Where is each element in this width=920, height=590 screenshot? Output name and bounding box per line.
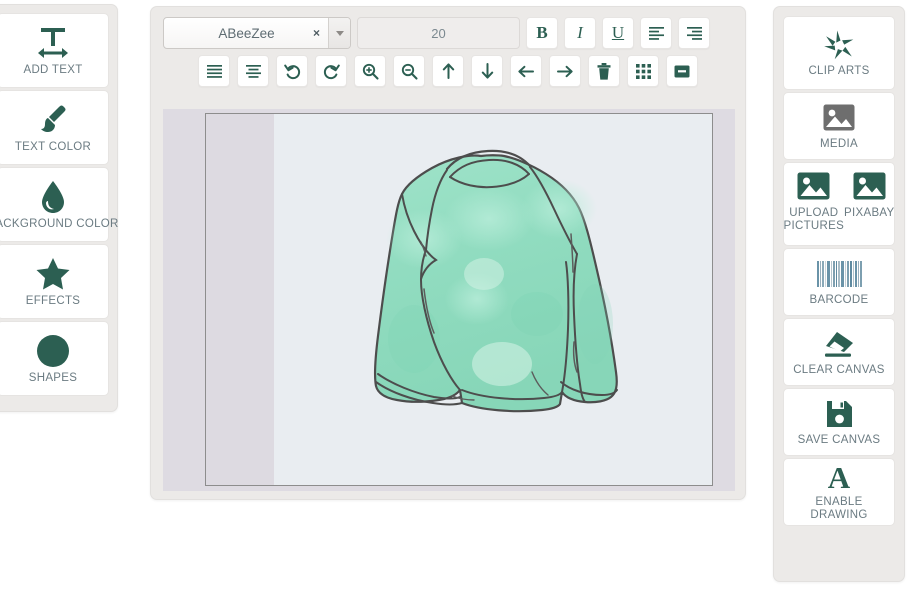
tool-shapes[interactable]: SHAPES <box>0 321 109 396</box>
text-resize-icon <box>36 25 70 61</box>
move-down-button[interactable] <box>471 55 503 87</box>
font-size-input[interactable]: 20 <box>357 17 520 49</box>
align-left-button[interactable] <box>640 17 672 49</box>
tool-background-color[interactable]: BACKGROUND COLOR <box>0 167 118 242</box>
barcode-icon <box>816 257 862 291</box>
delete-button[interactable] <box>588 55 620 87</box>
tool-enable-drawing[interactable]: A ENABLE DRAWING <box>783 458 895 526</box>
underline-button[interactable]: U <box>602 17 634 49</box>
tool-save-canvas[interactable]: SAVE CANVAS <box>783 388 895 456</box>
water-drop-icon <box>40 179 66 215</box>
paintbrush-icon <box>37 102 69 138</box>
tool-label: MEDIA <box>820 137 858 150</box>
circle-icon <box>36 333 70 369</box>
tool-label: CLIP ARTS <box>808 64 870 77</box>
redo-icon <box>323 64 340 79</box>
letter-a-icon: A <box>827 459 851 495</box>
align-center-button[interactable] <box>237 55 269 87</box>
zoom-in-button[interactable] <box>354 55 386 87</box>
align-right-icon <box>686 26 702 40</box>
align-justify-button[interactable] <box>198 55 230 87</box>
underline-icon: U <box>611 23 625 42</box>
undo-icon <box>283 64 300 79</box>
align-right-button[interactable] <box>678 17 710 49</box>
font-family-value: ABeeZee <box>218 25 275 41</box>
chevron-down-icon[interactable] <box>328 18 350 48</box>
zoom-out-icon <box>401 63 418 80</box>
image-icon-gray <box>823 101 855 135</box>
eraser-icon <box>822 327 856 361</box>
tool-label: EFFECTS <box>25 294 81 307</box>
zoom-out-button[interactable] <box>393 55 425 87</box>
move-left-button[interactable] <box>510 55 542 87</box>
tool-text-color[interactable]: TEXT COLOR <box>0 90 109 165</box>
left-tool-panel: ADD TEXT TEXT COLOR BACKGROUND COLOR EFF… <box>0 4 118 412</box>
tool-add-text[interactable]: ADD TEXT <box>0 13 109 88</box>
design-editor-app: ADD TEXT TEXT COLOR BACKGROUND COLOR EFF… <box>0 0 920 590</box>
font-size-value: 20 <box>431 25 446 41</box>
zoom-in-icon <box>362 63 379 80</box>
bold-button[interactable]: B <box>526 17 558 49</box>
align-justify-icon <box>206 64 222 78</box>
toolbar-row-secondary <box>163 55 733 87</box>
bold-icon: B <box>536 23 548 42</box>
arrow-up-icon <box>442 63 454 79</box>
trash-icon <box>597 62 611 80</box>
tool-upload-pictures[interactable]: UPLOAD PICTURES <box>784 169 845 239</box>
tool-label: PIXABAY <box>844 207 895 219</box>
tool-effects[interactable]: EFFECTS <box>0 244 109 319</box>
font-family-select[interactable]: ABeeZee × <box>163 17 351 49</box>
redo-button[interactable] <box>315 55 347 87</box>
move-right-button[interactable] <box>549 55 581 87</box>
tool-barcode[interactable]: BARCODE <box>783 248 895 316</box>
tool-label: SHAPES <box>28 371 78 384</box>
image-upload-icon <box>797 169 830 203</box>
editor-panel: ABeeZee × 20 B I U <box>150 6 746 500</box>
toolbar-row-primary: ABeeZee × 20 B I U <box>163 17 733 49</box>
tool-label: SAVE CANVAS <box>797 433 881 446</box>
move-up-button[interactable] <box>432 55 464 87</box>
arrow-left-icon <box>518 65 534 77</box>
minimize-button[interactable] <box>666 55 698 87</box>
grid-button[interactable] <box>627 55 659 87</box>
canvas-workspace <box>163 109 735 491</box>
align-center-icon <box>245 64 261 78</box>
grid-icon <box>635 63 651 79</box>
italic-button[interactable]: I <box>564 17 596 49</box>
pinwheel-icon <box>823 28 855 62</box>
undo-button[interactable] <box>276 55 308 87</box>
right-tool-panel: CLIP ARTS MEDIA UPLOAD PICTURES PIXABAY … <box>773 6 905 582</box>
tool-label: ENABLE DRAWING <box>810 495 868 521</box>
sweatshirt-artwork[interactable] <box>274 114 713 485</box>
canvas-frame[interactable] <box>205 113 713 486</box>
tool-label: BARCODE <box>809 293 869 306</box>
tool-label: CLEAR CANVAS <box>793 363 885 376</box>
clear-font-icon[interactable]: × <box>311 26 328 40</box>
canvas-page[interactable] <box>274 114 713 485</box>
tool-label: BACKGROUND COLOR <box>0 217 119 230</box>
italic-icon: I <box>577 23 583 42</box>
tool-clear-canvas[interactable]: CLEAR CANVAS <box>783 318 895 386</box>
arrow-down-icon <box>481 63 493 79</box>
tool-label: ADD TEXT <box>23 63 83 76</box>
tool-label: TEXT COLOR <box>14 140 92 153</box>
image-pixabay-icon <box>853 169 886 203</box>
tool-pixabay[interactable]: PIXABAY <box>844 169 894 239</box>
tool-label: UPLOAD PICTURES <box>783 207 845 233</box>
minus-box-icon <box>674 65 690 77</box>
tool-upload-pixabay-group: UPLOAD PICTURES PIXABAY <box>783 162 895 246</box>
tool-media[interactable]: MEDIA <box>783 92 895 160</box>
arrow-right-icon <box>557 65 573 77</box>
star-icon <box>36 256 70 292</box>
tool-clip-arts[interactable]: CLIP ARTS <box>783 16 895 90</box>
floppy-disk-icon <box>825 397 853 431</box>
align-left-icon <box>648 26 664 40</box>
